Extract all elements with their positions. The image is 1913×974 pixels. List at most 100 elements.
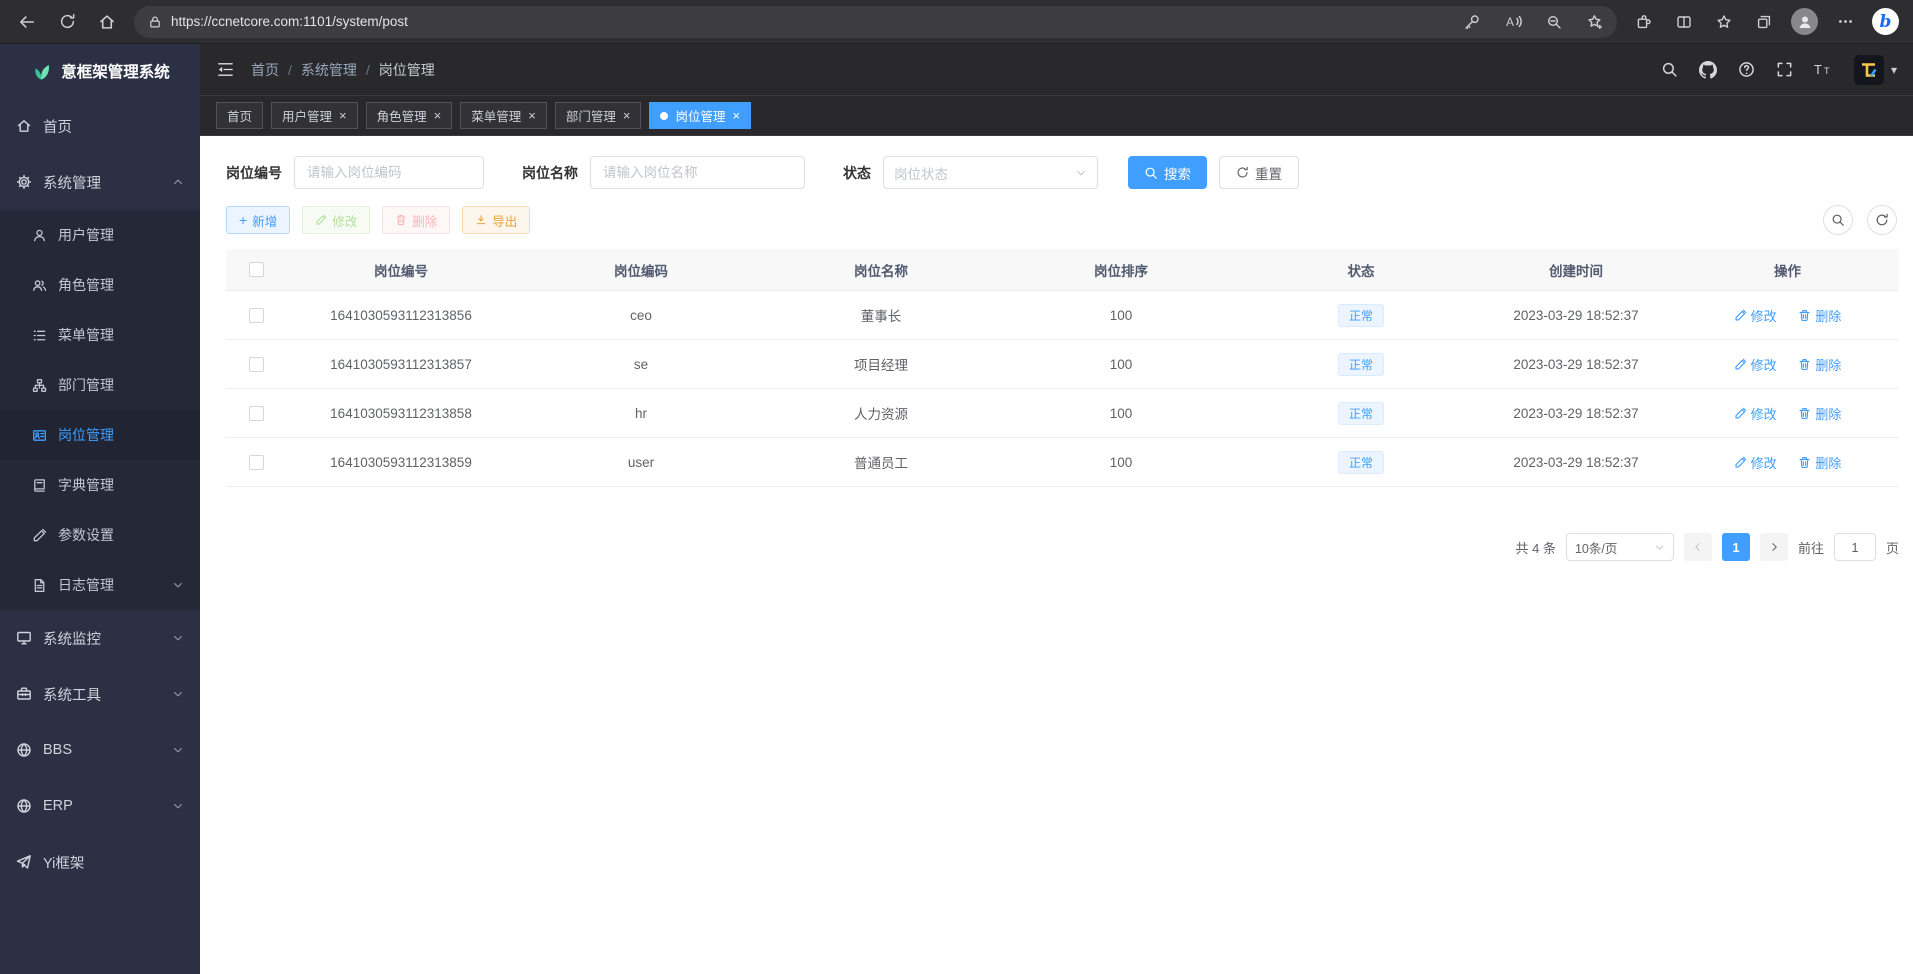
row-edit-link[interactable]: 修改 bbox=[1734, 453, 1777, 472]
select-all-checkbox[interactable] bbox=[249, 262, 264, 277]
row-checkbox[interactable] bbox=[249, 406, 264, 421]
page-size-select[interactable]: 10条/页 bbox=[1566, 533, 1674, 561]
row-delete-link[interactable]: 删除 bbox=[1798, 355, 1841, 374]
close-icon[interactable]: × bbox=[623, 109, 631, 122]
sidebar-toggle-button[interactable] bbox=[216, 60, 235, 79]
sidebar-item-home[interactable]: 首页 bbox=[0, 98, 200, 154]
status-badge: 正常 bbox=[1338, 353, 1384, 376]
key-icon bbox=[1464, 14, 1480, 30]
github-button[interactable] bbox=[1699, 61, 1717, 79]
refresh-icon bbox=[1875, 213, 1889, 227]
sidebar-item-post-mgmt[interactable]: 岗位管理 bbox=[0, 410, 200, 460]
header-search-button[interactable] bbox=[1661, 61, 1678, 78]
sidebar-item-menu-mgmt[interactable]: 菜单管理 bbox=[0, 310, 200, 360]
tab-home[interactable]: 首页 bbox=[216, 102, 263, 129]
close-icon[interactable]: × bbox=[434, 109, 442, 122]
post-code-input[interactable] bbox=[294, 156, 484, 189]
breadcrumb-item[interactable]: 首页 bbox=[251, 60, 279, 80]
row-checkbox[interactable] bbox=[249, 455, 264, 470]
github-icon bbox=[1699, 61, 1717, 79]
read-aloud-button[interactable]: A bbox=[1497, 8, 1529, 36]
sidebar-item-user-mgmt[interactable]: 用户管理 bbox=[0, 210, 200, 260]
sidebar-item-yi-framework[interactable]: Yi框架 bbox=[0, 834, 200, 890]
post-name-input[interactable] bbox=[590, 156, 805, 189]
url-text[interactable]: https://ccnetcore.com:1101/system/post bbox=[171, 14, 1447, 29]
delete-button[interactable]: 删除 bbox=[382, 206, 450, 234]
extensions-button[interactable] bbox=[1625, 5, 1663, 39]
browser-refresh-button[interactable] bbox=[48, 5, 86, 39]
copilot-button[interactable]: b bbox=[1872, 8, 1899, 35]
table-row: 1641030593112313859 user 普通员工 100 正常 202… bbox=[226, 438, 1899, 487]
sidebar-item-role-mgmt[interactable]: 角色管理 bbox=[0, 260, 200, 310]
help-button[interactable] bbox=[1738, 61, 1755, 78]
row-checkbox[interactable] bbox=[249, 357, 264, 372]
row-delete-link[interactable]: 删除 bbox=[1798, 404, 1841, 423]
gear-icon bbox=[16, 174, 32, 190]
fullscreen-button[interactable] bbox=[1776, 61, 1793, 78]
sidebar-item-system-mgmt[interactable]: 系统管理 bbox=[0, 154, 200, 210]
split-screen-button[interactable] bbox=[1665, 5, 1703, 39]
goto-page-input[interactable] bbox=[1834, 533, 1876, 561]
tab-menu-mgmt[interactable]: 菜单管理 × bbox=[460, 102, 547, 129]
sidebar-item-dept-mgmt[interactable]: 部门管理 bbox=[0, 360, 200, 410]
browser-home-button[interactable] bbox=[88, 5, 126, 39]
reset-button[interactable]: 重置 bbox=[1219, 156, 1299, 189]
close-icon[interactable]: × bbox=[528, 109, 536, 122]
browser-back-button[interactable] bbox=[8, 5, 46, 39]
row-edit-link[interactable]: 修改 bbox=[1734, 306, 1777, 325]
sidebar-item-label: 菜单管理 bbox=[58, 325, 184, 345]
add-button[interactable]: + 新增 bbox=[226, 206, 290, 234]
close-icon[interactable]: × bbox=[339, 109, 347, 122]
row-checkbox[interactable] bbox=[249, 308, 264, 323]
page-number-button[interactable]: 1 bbox=[1722, 533, 1750, 561]
export-button-label: 导出 bbox=[492, 211, 517, 230]
tab-role-mgmt[interactable]: 角色管理 × bbox=[366, 102, 453, 129]
cell-post-name: 董事长 bbox=[766, 305, 996, 325]
user-menu[interactable]: ▾ bbox=[1854, 55, 1897, 85]
sidebar-item-label: 部门管理 bbox=[58, 375, 184, 395]
zoom-button[interactable] bbox=[1538, 8, 1570, 36]
address-bar[interactable]: https://ccnetcore.com:1101/system/post A bbox=[134, 6, 1617, 38]
sidebar-item-param-settings[interactable]: 参数设置 bbox=[0, 510, 200, 560]
collections-button[interactable] bbox=[1745, 5, 1783, 39]
browser-profile-button[interactable] bbox=[1791, 8, 1818, 35]
tab-dept-mgmt[interactable]: 部门管理 × bbox=[555, 102, 642, 129]
sidebar-item-dict-mgmt[interactable]: 字典管理 bbox=[0, 460, 200, 510]
profile-icon bbox=[1797, 14, 1813, 30]
row-edit-link[interactable]: 修改 bbox=[1734, 355, 1777, 374]
sidebar-item-erp[interactable]: ERP bbox=[0, 778, 200, 834]
font-size-button[interactable]: TT bbox=[1814, 61, 1833, 78]
close-icon[interactable]: × bbox=[732, 109, 740, 122]
row-delete-link[interactable]: 删除 bbox=[1798, 453, 1841, 472]
password-key-button[interactable] bbox=[1456, 8, 1488, 36]
toggle-search-button[interactable] bbox=[1823, 205, 1853, 235]
tab-label: 用户管理 bbox=[282, 106, 332, 125]
row-delete-link[interactable]: 删除 bbox=[1798, 306, 1841, 325]
search-button[interactable]: 搜索 bbox=[1128, 156, 1207, 189]
sidebar-item-label: 系统工具 bbox=[43, 684, 161, 705]
export-button[interactable]: 导出 bbox=[462, 206, 530, 234]
org-tree-icon bbox=[32, 378, 47, 393]
browser-settings-button[interactable] bbox=[1826, 5, 1864, 39]
refresh-table-button[interactable] bbox=[1867, 205, 1897, 235]
sidebar-item-label: 岗位管理 bbox=[58, 425, 184, 445]
status-select[interactable]: 岗位状态 bbox=[883, 156, 1098, 189]
sidebar-item-bbs[interactable]: BBS bbox=[0, 722, 200, 778]
prev-page-button[interactable] bbox=[1684, 533, 1712, 561]
next-page-button[interactable] bbox=[1760, 533, 1788, 561]
back-icon bbox=[18, 13, 36, 31]
send-icon bbox=[16, 854, 32, 870]
edit-button[interactable]: 修改 bbox=[302, 206, 370, 234]
row-edit-link[interactable]: 修改 bbox=[1734, 404, 1777, 423]
add-button-label: 新增 bbox=[252, 211, 277, 230]
add-favorite-button[interactable] bbox=[1579, 8, 1611, 36]
breadcrumb-item[interactable]: 系统管理 bbox=[301, 60, 357, 80]
tab-user-mgmt[interactable]: 用户管理 × bbox=[271, 102, 358, 129]
sidebar-item-system-monitor[interactable]: 系统监控 bbox=[0, 610, 200, 666]
sidebar-item-system-tools[interactable]: 系统工具 bbox=[0, 666, 200, 722]
breadcrumb-separator: / bbox=[366, 62, 370, 78]
sidebar-item-log-mgmt[interactable]: 日志管理 bbox=[0, 560, 200, 610]
tab-post-mgmt[interactable]: 岗位管理 × bbox=[649, 102, 751, 129]
favorites-button[interactable] bbox=[1705, 5, 1743, 39]
caret-down-icon: ▾ bbox=[1891, 63, 1897, 77]
